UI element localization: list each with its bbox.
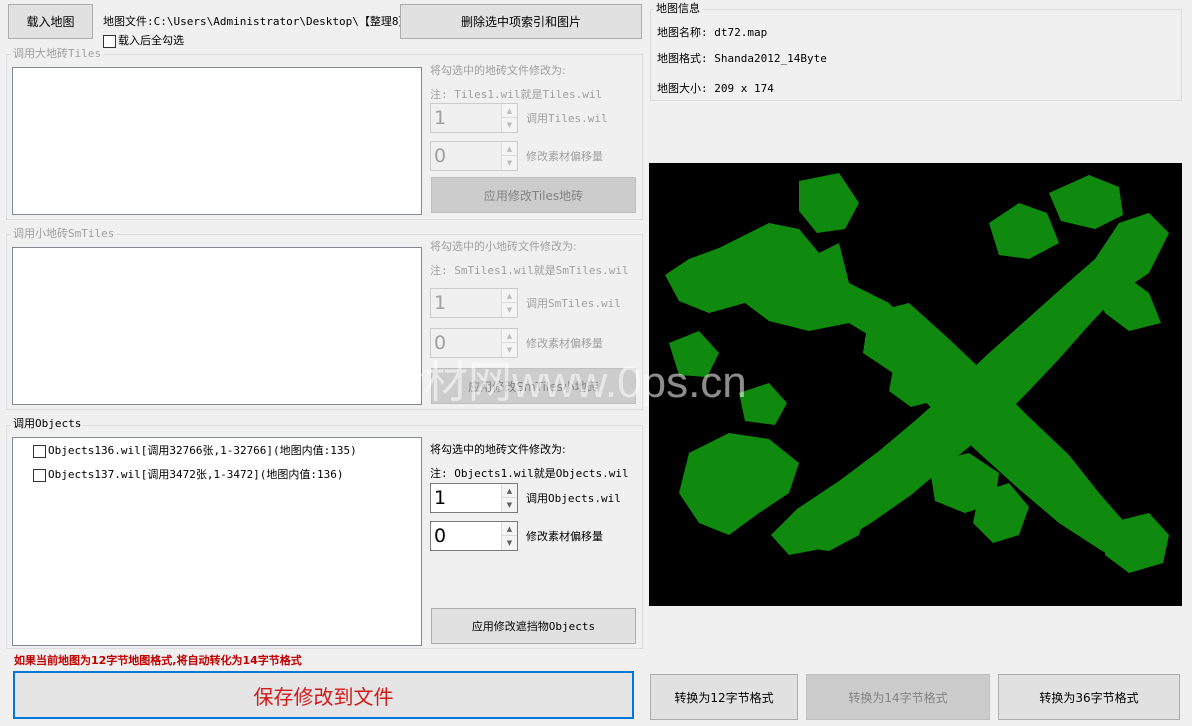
convert-36byte-button[interactable]: 转换为36字节格式	[998, 674, 1180, 720]
chevron-down-icon[interactable]: ▼	[502, 303, 517, 317]
objects-note-label: 注: Objects1.wil就是Objects.wil	[430, 467, 629, 480]
smtiles-index-stepper[interactable]: 1 ▲ ▼	[430, 288, 518, 318]
convert-14byte-button[interactable]: 转换为14字节格式	[806, 674, 990, 720]
tiles-listbox[interactable]	[12, 67, 422, 215]
tiles-modify-to-label: 将勾选中的地砖文件修改为:	[430, 64, 566, 77]
tiles-index-label: 调用Tiles.wil	[526, 112, 608, 125]
objects-modify-to-label: 将勾选中的地砖文件修改为:	[430, 443, 566, 456]
smtiles-index-label: 调用SmTiles.wil	[526, 297, 621, 310]
chevron-up-icon[interactable]: ▲	[502, 142, 517, 156]
objects-index-label: 调用Objects.wil	[526, 492, 621, 505]
chevron-up-icon[interactable]: ▲	[502, 289, 517, 303]
checkbox-box[interactable]	[33, 468, 46, 482]
objects-offset-stepper[interactable]: 0 ▲ ▼	[430, 521, 518, 551]
objects-index-stepper[interactable]: 1 ▲ ▼	[430, 483, 518, 513]
apply-objects-button[interactable]: 应用修改遮挡物Objects	[431, 608, 636, 644]
smtiles-offset-label: 修改素材偏移量	[526, 337, 603, 350]
chevron-down-icon[interactable]: ▼	[502, 536, 517, 550]
smtiles-index-value: 1	[434, 292, 447, 314]
objects-offset-label: 修改素材偏移量	[526, 530, 603, 543]
map-file-path-label: 地图文件:C:\Users\Administrator\Desktop\【整理8…	[103, 15, 417, 28]
smtiles-offset-stepper[interactable]: 0 ▲ ▼	[430, 328, 518, 358]
smtiles-listbox[interactable]	[12, 247, 422, 405]
delete-selected-button[interactable]: 删除选中项索引和图片	[400, 4, 642, 39]
map-name-label: 地图名称: dt72.map	[657, 26, 768, 39]
spin-arrows: ▲ ▼	[501, 522, 517, 550]
apply-tiles-button[interactable]: 应用修改Tiles地砖	[431, 177, 636, 213]
tiles-index-value: 1	[434, 107, 447, 129]
spin-arrows: ▲ ▼	[501, 104, 517, 132]
checkbox-box[interactable]	[33, 444, 46, 458]
chevron-down-icon[interactable]: ▼	[502, 118, 517, 132]
spin-arrows: ▲ ▼	[501, 484, 517, 512]
tiles-offset-label: 修改素材偏移量	[526, 150, 603, 163]
tiles-offset-value: 0	[434, 145, 447, 167]
chevron-down-icon[interactable]: ▼	[502, 498, 517, 512]
chevron-up-icon[interactable]: ▲	[502, 329, 517, 343]
map-walkable-area	[665, 173, 1169, 573]
map-info-title: 地图信息	[654, 2, 702, 15]
map-preview-image	[665, 173, 1169, 573]
select-all-after-load-label: 载入后全勾选	[118, 34, 184, 47]
convert-12byte-button[interactable]: 转换为12字节格式	[650, 674, 798, 720]
list-item[interactable]: Objects137.wil[调用3472张,1-3472](地图内值:136)	[33, 468, 344, 482]
tiles-index-stepper[interactable]: 1 ▲ ▼	[430, 103, 518, 133]
spin-arrows: ▲ ▼	[501, 289, 517, 317]
list-item-label: Objects136.wil[调用32766张,1-32766](地图内值:13…	[48, 444, 357, 457]
save-to-file-button[interactable]: 保存修改到文件	[13, 671, 634, 719]
list-item[interactable]: Objects136.wil[调用32766张,1-32766](地图内值:13…	[33, 444, 357, 458]
list-item-label: Objects137.wil[调用3472张,1-3472](地图内值:136)	[48, 468, 344, 481]
checkbox-box[interactable]	[103, 34, 116, 48]
map-preview[interactable]	[649, 163, 1182, 606]
apply-smtiles-button[interactable]: 应用修改SmTiles小地砖	[431, 368, 636, 404]
smtiles-offset-value: 0	[434, 332, 447, 354]
spin-arrows: ▲ ▼	[501, 142, 517, 170]
load-map-button[interactable]: 载入地图	[8, 4, 93, 39]
chevron-up-icon[interactable]: ▲	[502, 104, 517, 118]
map-size-label: 地图大小: 209 x 174	[657, 82, 774, 95]
select-all-after-load-checkbox[interactable]: 载入后全勾选	[103, 34, 184, 48]
objects-group-title: 调用Objects	[11, 417, 84, 430]
objects-offset-value: 0	[434, 525, 447, 547]
chevron-down-icon[interactable]: ▼	[502, 343, 517, 357]
chevron-up-icon[interactable]: ▲	[502, 484, 517, 498]
spin-arrows: ▲ ▼	[501, 329, 517, 357]
tiles-note-label: 注: Tiles1.wil就是Tiles.wil	[430, 88, 603, 101]
map-format-label: 地图格式: Shanda2012_14Byte	[657, 52, 827, 65]
chevron-up-icon[interactable]: ▲	[502, 522, 517, 536]
smtiles-note-label: 注: SmTiles1.wil就是SmTiles.wil	[430, 264, 629, 277]
objects-listbox[interactable]: Objects136.wil[调用32766张,1-32766](地图内值:13…	[12, 437, 422, 646]
objects-index-value: 1	[434, 487, 447, 509]
smtiles-group-title: 调用小地砖SmTiles	[11, 227, 117, 240]
chevron-down-icon[interactable]: ▼	[502, 156, 517, 170]
tiles-offset-stepper[interactable]: 0 ▲ ▼	[430, 141, 518, 171]
smtiles-modify-to-label: 将勾选中的小地砖文件修改为:	[430, 240, 577, 253]
tiles-group-title: 调用大地砖Tiles	[11, 47, 104, 60]
warning-text: 如果当前地图为12字节地图格式,将自动转化为14字节格式	[14, 654, 302, 667]
